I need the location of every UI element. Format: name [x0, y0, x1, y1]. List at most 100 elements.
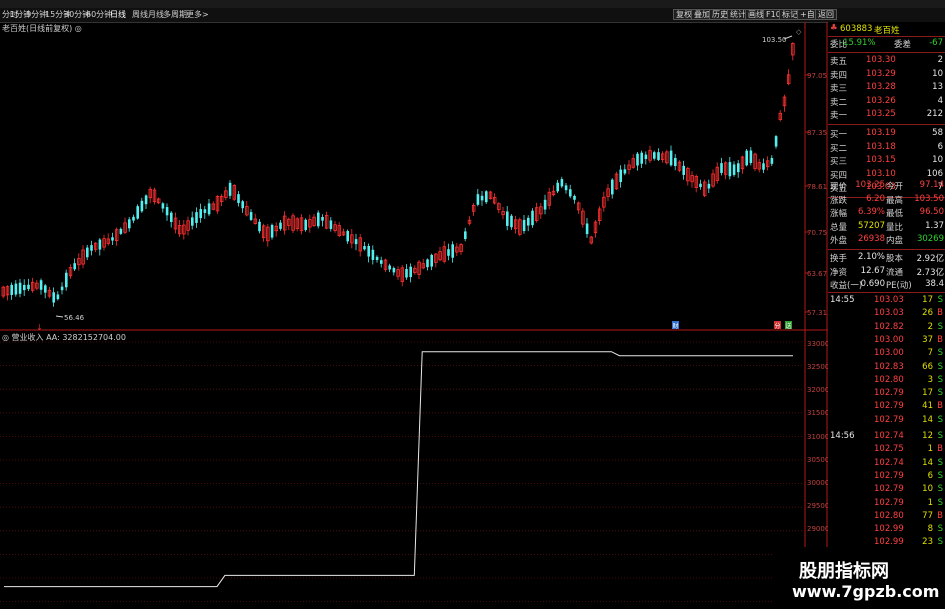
candle-down — [657, 152, 660, 160]
candle-down — [728, 162, 732, 177]
indicator-tick-label: 32000 — [807, 386, 829, 394]
sell-level-3-label: 卖二 — [830, 97, 848, 108]
stat-row-4-l1: 外盘 — [830, 236, 848, 246]
candle-down — [480, 195, 484, 201]
tick-row-9-price: 102.79 — [874, 414, 904, 425]
divider — [828, 52, 945, 53]
tick-row-16-vol: 77 — [922, 510, 933, 521]
indicator-title: ◎ 营业收入 AA: 3282152704.00 — [2, 333, 126, 342]
candle-down — [564, 185, 568, 191]
candle-down — [476, 194, 480, 205]
candle-down — [132, 216, 135, 221]
candle-down — [346, 230, 349, 242]
candle-down — [653, 152, 656, 159]
stat2-row-2-l2: PE(动) — [886, 281, 912, 291]
low-arrow — [55, 315, 64, 318]
tick-row-0-price: 103.03 — [874, 295, 904, 305]
candle-down — [409, 266, 412, 278]
candle-down — [707, 183, 711, 189]
sell-level-4-label: 卖一 — [830, 111, 848, 121]
tick-row-18-price: 102.99 — [874, 537, 904, 548]
tick-row-12-price: 102.74 — [874, 457, 904, 468]
stat-row-0-v2: 97.14 — [919, 180, 944, 190]
tick-row-7-vol: 17 — [922, 388, 933, 399]
buy-level-0-label: 买一 — [830, 130, 848, 140]
high-price-label: 103.50 — [762, 36, 787, 44]
price-tick-label: 57.31 — [807, 309, 827, 317]
stat-row-0-l1: 现价 — [830, 182, 848, 192]
tick-row-7-price: 102.79 — [874, 388, 904, 399]
stat-row-1-l1: 涨跌 — [830, 195, 848, 206]
candle-down — [90, 245, 93, 251]
candle-down — [329, 220, 333, 229]
tick-row-2-price: 102.82 — [874, 321, 904, 332]
candle-down — [506, 211, 509, 226]
candle-down — [98, 239, 102, 250]
tick-row-8-side: B — [937, 401, 943, 412]
candle-down — [119, 228, 123, 234]
candle-down — [732, 164, 736, 175]
candle-down — [304, 219, 307, 231]
candle-down — [18, 282, 22, 294]
tick-row-2-vol: 2 — [927, 321, 933, 332]
candle-down — [161, 203, 165, 209]
candle-down — [749, 150, 753, 163]
sell-level-3-price: 103.26 — [866, 95, 896, 106]
stat-row-3-v1: 57207 — [857, 220, 885, 231]
weibi-label2: 委差 — [894, 40, 912, 50]
tick-row-17-vol: 8 — [927, 524, 933, 535]
stat2-row-0-l2: 股本 — [886, 254, 904, 264]
candle-down — [140, 200, 144, 212]
candle-down — [510, 215, 513, 228]
candle-down — [241, 201, 244, 209]
candle-down — [237, 194, 240, 203]
indicator-tick-label: 30000 — [807, 479, 829, 487]
tick-row-17-side: S — [937, 524, 943, 535]
buy-level-0-price: 103.19 — [866, 128, 896, 138]
stat2-row-1-l2: 流通 — [886, 267, 904, 278]
candle-down — [367, 246, 370, 257]
tick-row-18-vol: 23 — [922, 537, 933, 548]
stat2-row-2-l1: 收益(一) — [830, 281, 863, 291]
candle-down — [573, 195, 576, 200]
sell-level-2-price: 103.28 — [866, 82, 896, 92]
tick-row-11-price: 102.75 — [874, 444, 904, 455]
buy-level-3-price: 103.10 — [866, 168, 896, 179]
buy-level-2-vol: 10 — [932, 155, 943, 165]
buy-level-0-vol: 58 — [932, 128, 943, 138]
candle-down — [14, 283, 18, 295]
candle-down — [392, 268, 396, 273]
weibi-value2: -67 — [929, 38, 943, 48]
tick-row-5-vol: 66 — [922, 361, 933, 372]
indicator-tick-label: 31000 — [807, 433, 829, 441]
event-marker-label-2: 送 — [786, 322, 792, 330]
tick-row-4-price: 103.00 — [874, 348, 904, 359]
candle-down — [191, 217, 194, 226]
tick-row-1-price: 103.03 — [874, 308, 904, 319]
tick-row-3-vol: 37 — [922, 334, 933, 345]
stat-row-3-l2: 量比 — [886, 222, 904, 233]
diamond-icon[interactable]: ◇ — [796, 28, 802, 36]
candle-down — [375, 256, 379, 261]
sell-level-0-price: 103.30 — [866, 55, 896, 65]
stat-row-2-v2: 96.50 — [919, 207, 944, 217]
tick-row-0-side: S — [937, 295, 943, 305]
sell-level-0-label: 卖五 — [830, 57, 848, 67]
stat-row-0-l2: 今开 — [886, 182, 904, 192]
buy-level-1-label: 买二 — [830, 143, 848, 154]
tick-row-13-side: S — [937, 470, 943, 481]
tick-row-10-price: 102.74 — [874, 431, 904, 441]
candle-down — [52, 292, 55, 303]
stat2-row-1-l1: 净资 — [830, 267, 848, 278]
candle-down — [170, 212, 173, 223]
tick-row-1-vol: 26 — [922, 308, 933, 319]
tick-row-14-vol: 10 — [922, 484, 933, 495]
kline-chart[interactable]: 97.05 87.35 78.61 70.75 63.67 57.31 33000 32500… — [0, 0, 945, 609]
candle-down — [737, 163, 740, 173]
tick-row-6-price: 102.80 — [874, 374, 904, 385]
candle-down — [195, 212, 198, 223]
candle-down — [619, 169, 622, 183]
stat2-row-0-l1: 换手 — [830, 254, 848, 264]
stock-name: 老百姓 — [874, 26, 900, 36]
stock-code[interactable]: 603883 — [840, 24, 872, 34]
